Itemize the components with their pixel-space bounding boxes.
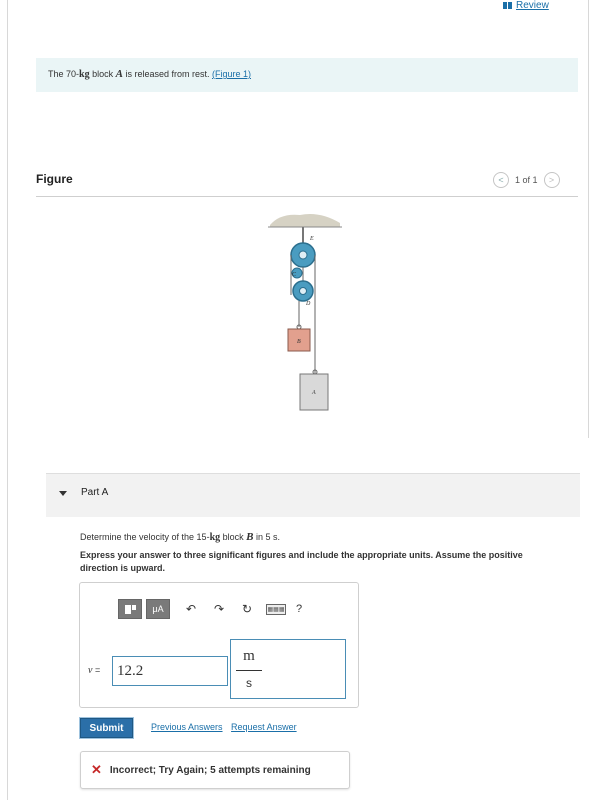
answer-panel: μA ↶ ↷ ↻ ▦▦▦ ? v = 12.2 m s [79,582,359,708]
answer-links: Previous Answers Request Answer [151,722,303,732]
problem-statement: The 70-kg block A is released from rest.… [36,58,578,92]
question-text: Determine the velocity of the 15-kg bloc… [80,531,280,543]
review-link[interactable]: Review [503,0,549,11]
undo-icon[interactable]: ↶ [180,602,202,616]
pulley-d-hub [299,287,307,295]
intro-text-after: is released from rest. [122,69,212,79]
figure-pager: < 1 of 1 > [493,172,560,188]
reset-icon[interactable]: ↻ [236,602,258,616]
question-unit: kg [209,532,221,543]
math-toolbar: μA ↶ ↷ ↻ ▦▦▦ ? [118,599,302,619]
units-input[interactable]: m s [230,639,346,699]
question-mid: block [220,532,247,542]
book-icon [503,2,512,9]
intro-block-name: A [115,68,123,80]
incorrect-x-icon: ✕ [91,762,102,777]
chevron-right-icon[interactable]: > [543,172,560,188]
question-before: Determine the velocity of the 15- [80,532,210,542]
part-label: Part A [81,487,109,498]
label-b: B [297,339,301,345]
answer-instructions: Express your answer to three significant… [80,550,523,573]
chevron-left-icon[interactable]: < [493,172,509,188]
unit-denominator[interactable]: s [237,676,261,690]
label-d: D [305,301,311,307]
review-label: Review [516,0,549,11]
request-answer-link[interactable]: Request Answer [231,722,297,732]
part-a-header[interactable]: Part A [46,473,580,517]
units-button[interactable]: μA [146,599,170,619]
question-block: B [246,531,254,543]
ceiling [270,214,340,227]
pulley-figure: E C D B A [268,214,342,411]
unit-numerator[interactable]: m [237,648,261,665]
pager-text: 1 of 1 [515,175,538,185]
right-border [588,0,589,438]
label-a: A [311,390,316,396]
question-after: in 5 s. [253,532,281,542]
intro-unit: kg [79,69,90,80]
figure-divider [36,196,578,197]
help-button[interactable]: ? [296,603,302,615]
feedback-message: ✕ Incorrect; Try Again; 5 attempts remai… [80,751,350,789]
intro-text-mid: block [89,69,116,79]
fraction-bar [236,670,262,671]
intro-text: The 70- [48,69,80,79]
submit-button[interactable]: Submit [80,718,133,738]
template-icon [124,604,136,614]
figure-link[interactable]: (Figure 1) [212,69,251,79]
variable-label: v = [88,665,100,676]
value-input[interactable]: 12.2 [112,656,228,686]
left-border [7,0,8,800]
redo-icon[interactable]: ↷ [208,602,230,616]
label-e: E [309,236,314,242]
previous-answers-link[interactable]: Previous Answers [151,722,223,732]
figure-title: Figure [36,172,73,186]
feedback-text: Incorrect; Try Again; 5 attempts remaini… [109,764,311,776]
keyboard-icon[interactable]: ▦▦▦ [266,603,286,615]
pulley-e-hub [298,250,308,260]
templates-button[interactable] [118,599,142,619]
equals-sign: = [92,665,101,675]
collapse-triangle-icon[interactable] [59,491,67,496]
